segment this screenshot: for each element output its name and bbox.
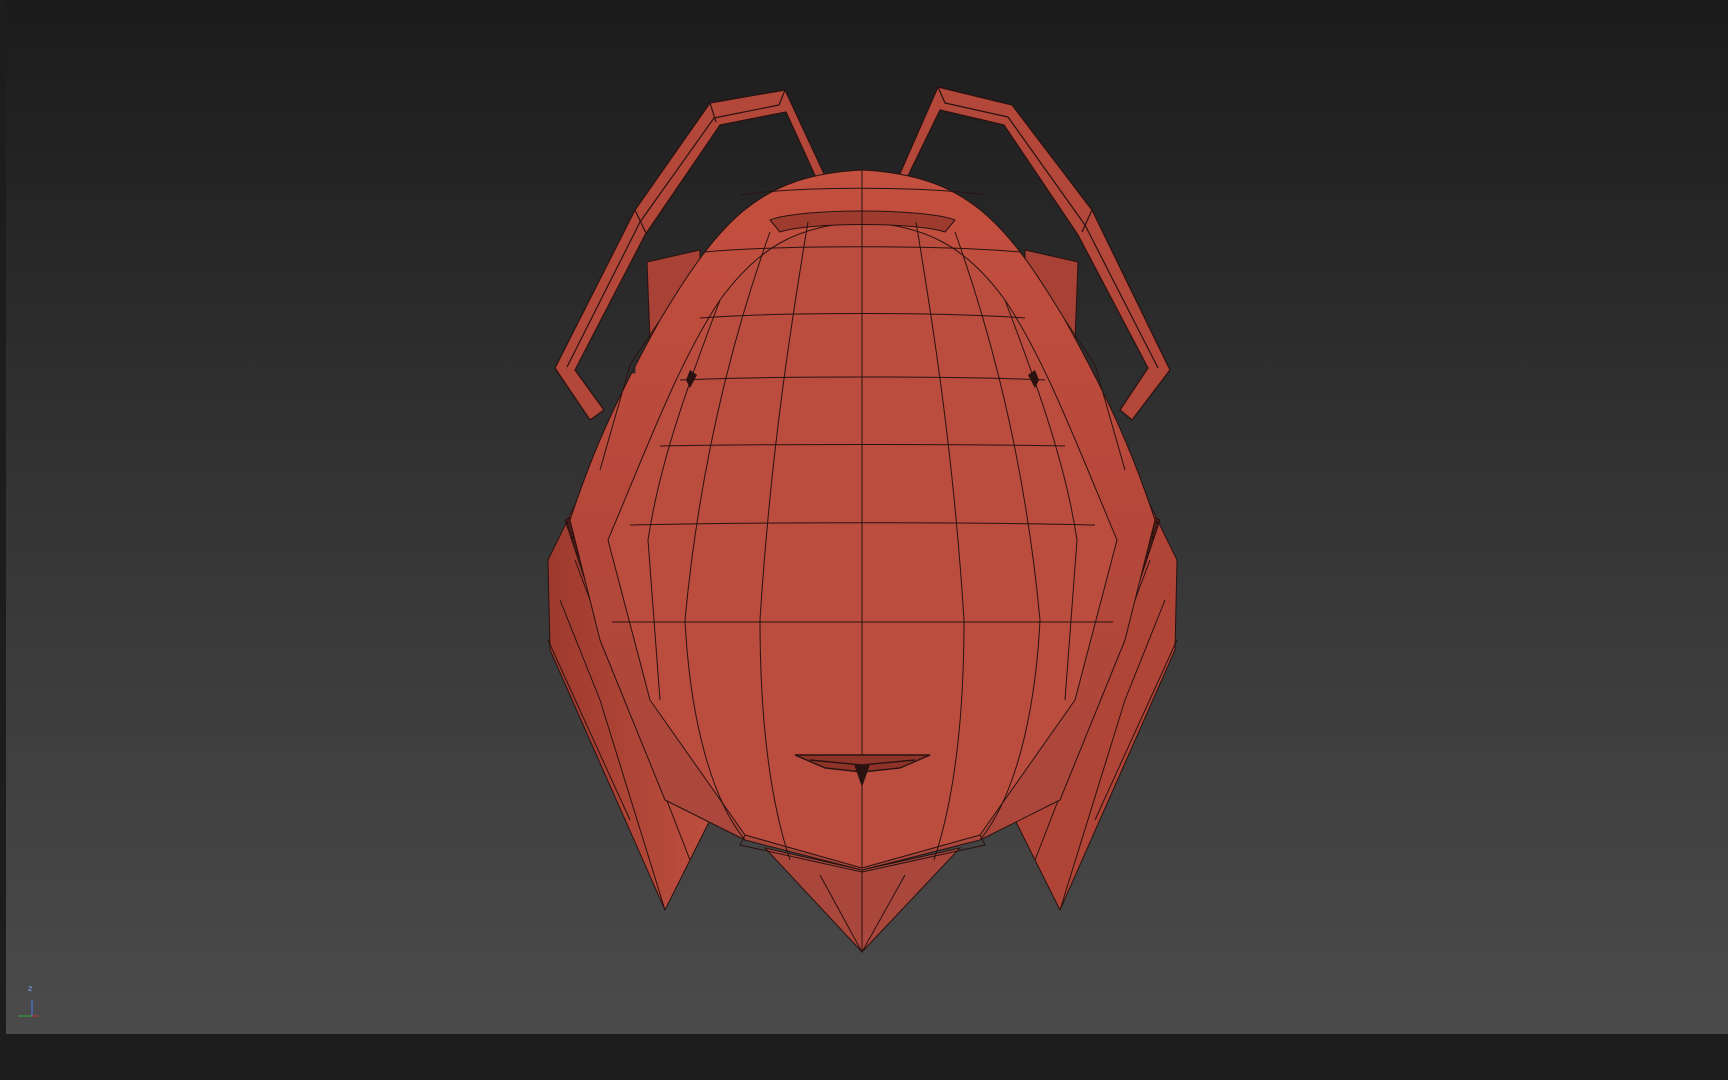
helmet-wireframe-model[interactable] [6,0,1728,1034]
viewport-bottom-bar [0,1034,1728,1080]
3d-viewport[interactable]: z [6,0,1728,1034]
axis-z-label: z [28,984,33,993]
